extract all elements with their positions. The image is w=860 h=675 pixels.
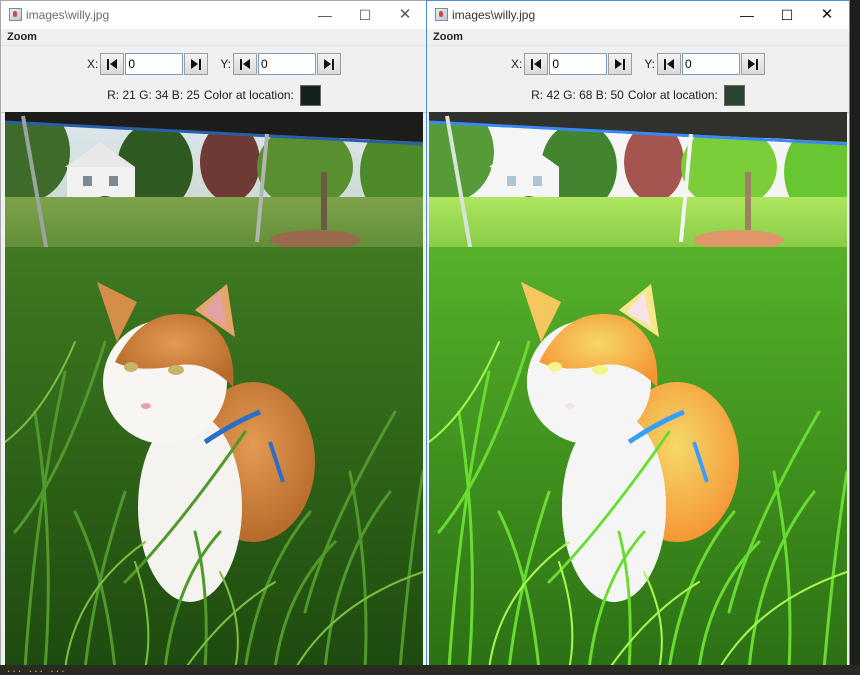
x-coordinate-group: X: — [510, 53, 633, 75]
menubar: Zoom — [427, 29, 849, 46]
cat-photo-original[interactable] — [5, 112, 423, 669]
y-next-button[interactable] — [741, 53, 766, 75]
x-coordinate-group: X: — [86, 53, 209, 75]
x-input[interactable] — [549, 53, 608, 75]
y-label: Y: — [220, 57, 232, 71]
coordinate-row: X: Y: — [427, 52, 849, 76]
color-info-row: R: 21 G: 34 B: 25 Color at location: — [1, 84, 427, 106]
color-at-location-label: Color at location: — [627, 88, 718, 102]
titlebar[interactable]: images\willy.jpg — ☐ ✕ — [1, 1, 427, 29]
y-coordinate-group: Y: — [220, 53, 342, 75]
color-at-location-label: Color at location: — [203, 88, 294, 102]
y-input[interactable] — [258, 53, 317, 75]
x-prev-button[interactable] — [524, 53, 549, 75]
y-prev-button[interactable] — [657, 53, 682, 75]
picture-window-brightened: images\willy.jpg — ☐ ✕ Zoom X: Y: R: 42 … — [426, 0, 850, 672]
color-swatch — [723, 84, 745, 106]
picture-explorer-toolbar: X: Y: R: 42 G: 68 B: 50 Color at locatio… — [427, 46, 849, 113]
x-label: X: — [510, 57, 523, 71]
cat-photo-brightened[interactable] — [429, 112, 847, 669]
y-input[interactable] — [682, 53, 741, 75]
maximize-button[interactable]: ☐ — [767, 1, 807, 29]
x-next-button[interactable] — [608, 53, 633, 75]
color-swatch — [299, 84, 321, 106]
y-next-button[interactable] — [317, 53, 342, 75]
menubar: Zoom — [1, 29, 427, 46]
y-coordinate-group: Y: — [644, 53, 766, 75]
rgb-values: R: 42 G: 68 B: 50 — [531, 88, 624, 102]
window-title: images\willy.jpg — [26, 8, 110, 22]
java-app-icon — [9, 8, 22, 21]
x-prev-button[interactable] — [100, 53, 125, 75]
minimize-button[interactable]: — — [305, 1, 345, 29]
titlebar[interactable]: images\willy.jpg — ☐ ✕ — [427, 1, 849, 29]
picture-explorer-toolbar: X: Y: R: 21 G: 34 B: 25 Color at locatio… — [1, 46, 427, 113]
picture-window-original: images\willy.jpg — ☐ ✕ Zoom X: Y: R: 21 … — [0, 0, 428, 672]
x-next-button[interactable] — [184, 53, 209, 75]
background-text: ... ... ... — [6, 665, 66, 675]
background-terminal-strip: ... ... ... — [0, 665, 860, 675]
close-button[interactable]: ✕ — [807, 1, 847, 29]
minimize-button[interactable]: — — [727, 1, 767, 29]
menu-zoom[interactable]: Zoom — [427, 30, 469, 44]
y-prev-button[interactable] — [233, 53, 258, 75]
coordinate-row: X: Y: — [1, 52, 427, 76]
color-info-row: R: 42 G: 68 B: 50 Color at location: — [427, 84, 849, 106]
rgb-values: R: 21 G: 34 B: 25 — [107, 88, 200, 102]
window-title: images\willy.jpg — [452, 8, 536, 22]
x-label: X: — [86, 57, 99, 71]
close-button[interactable]: ✕ — [385, 1, 425, 29]
y-label: Y: — [644, 57, 656, 71]
java-app-icon — [435, 8, 448, 21]
maximize-button[interactable]: ☐ — [345, 1, 385, 29]
x-input[interactable] — [125, 53, 184, 75]
menu-zoom[interactable]: Zoom — [1, 30, 43, 44]
